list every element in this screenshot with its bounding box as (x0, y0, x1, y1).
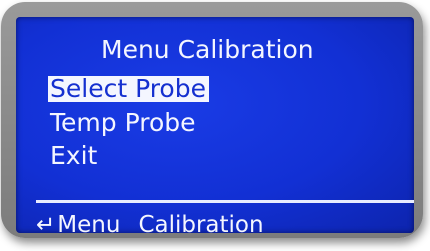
footer-breadcrumb: ↵Menu Calibration (36, 212, 264, 234)
menu-item-exit[interactable]: Exit (50, 143, 97, 168)
screen-title: Menu Calibration (101, 35, 314, 64)
footer-divider (36, 200, 414, 203)
menu-item-temp-probe[interactable]: Temp Probe (50, 110, 195, 135)
lcd-screen: Menu Calibration Select Probe Temp Probe… (16, 17, 414, 233)
return-arrow-icon: ↵ (36, 212, 56, 234)
footer-menu-label: Menu (57, 212, 121, 234)
menu-item-select-probe[interactable]: Select Probe (48, 76, 209, 102)
footer-section-label: Calibration (138, 212, 264, 234)
device-display: Menu Calibration Select Probe Temp Probe… (0, 0, 430, 251)
